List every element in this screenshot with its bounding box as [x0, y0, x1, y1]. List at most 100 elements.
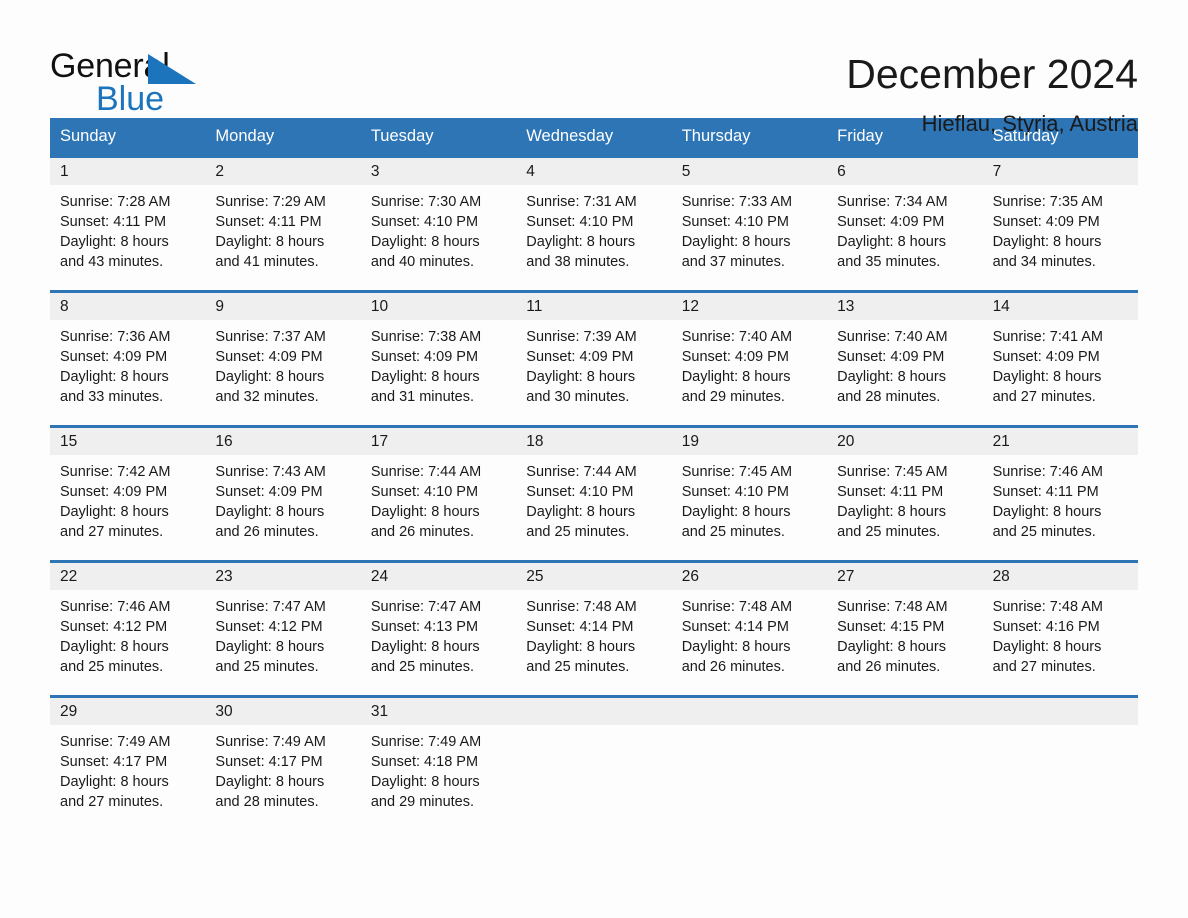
day-cell[interactable]: 4 Sunrise: 7:31 AM Sunset: 4:10 PM Dayli… [516, 158, 672, 280]
day-cell[interactable]: 12 Sunrise: 7:40 AM Sunset: 4:09 PM Dayl… [671, 293, 828, 415]
week-row: 8 Sunrise: 7:36 AM Sunset: 4:09 PM Dayli… [50, 290, 1138, 415]
daylight-text-line2: and 28 minutes. [215, 794, 319, 810]
day-cell[interactable]: 1 Sunrise: 7:28 AM Sunset: 4:11 PM Dayli… [50, 158, 206, 280]
day-cell[interactable]: 20 Sunrise: 7:45 AM Sunset: 4:11 PM Dayl… [827, 428, 983, 550]
sunrise-text: Sunrise: 7:38 AM [370, 329, 482, 345]
day-cell[interactable]: 28 Sunrise: 7:48 AM Sunset: 4:16 PM Dayl… [982, 563, 1138, 685]
sunrise-text: Sunrise: 7:49 AM [215, 734, 326, 750]
day-cell[interactable]: 17 Sunrise: 7:44 AM Sunset: 4:10 PM Dayl… [360, 428, 517, 550]
daylight-text-line2: and 26 minutes. [681, 659, 785, 675]
sunset-text: Sunset: 4:18 PM [370, 754, 479, 770]
day-cell[interactable]: 8 Sunrise: 7:36 AM Sunset: 4:09 PM Dayli… [50, 293, 206, 415]
day-cell[interactable]: 16 Sunrise: 7:43 AM Sunset: 4:09 PM Dayl… [205, 428, 361, 550]
sunrise-text: Sunrise: 7:40 AM [837, 329, 948, 345]
day-cell[interactable]: 31 Sunrise: 7:49 AM Sunset: 4:18 PM Dayl… [360, 698, 517, 820]
day-details: Sunrise: 7:49 AM Sunset: 4:17 PM Dayligh… [205, 725, 360, 812]
day-cell[interactable]: 22 Sunrise: 7:46 AM Sunset: 4:12 PM Dayl… [50, 563, 206, 685]
day-details: Sunrise: 7:41 AM Sunset: 4:09 PM Dayligh… [983, 320, 1138, 407]
week-row: 29 Sunrise: 7:49 AM Sunset: 4:17 PM Dayl… [50, 695, 1138, 820]
general-blue-logo[interactable]: General Blue [50, 48, 250, 128]
day-details: Sunrise: 7:31 AM Sunset: 4:10 PM Dayligh… [516, 185, 671, 272]
calendar-page: General Blue December 2024 Hieflau, Styr… [0, 0, 1188, 918]
weekday-friday: Friday [837, 127, 883, 145]
sunrise-text: Sunrise: 7:48 AM [526, 599, 637, 615]
daylight-text-line2: and 25 minutes. [526, 524, 630, 540]
sunset-text: Sunset: 4:09 PM [837, 349, 945, 365]
day-number: 9 [205, 293, 361, 320]
day-cell[interactable]: 21 Sunrise: 7:46 AM Sunset: 4:11 PM Dayl… [982, 428, 1138, 550]
sunset-text: Sunset: 4:09 PM [837, 214, 945, 230]
daylight-text-line2: and 27 minutes. [60, 794, 164, 810]
daylight-text-line2: and 33 minutes. [60, 389, 164, 405]
day-cell[interactable]: 23 Sunrise: 7:47 AM Sunset: 4:12 PM Dayl… [205, 563, 361, 685]
day-cell[interactable]: 11 Sunrise: 7:39 AM Sunset: 4:09 PM Dayl… [516, 293, 672, 415]
day-number: 13 [827, 293, 983, 320]
sunrise-text: Sunrise: 7:29 AM [215, 194, 326, 210]
day-cell[interactable]: 15 Sunrise: 7:42 AM Sunset: 4:09 PM Dayl… [50, 428, 206, 550]
daylight-text-line1: Daylight: 8 hours [215, 774, 325, 790]
day-cell[interactable]: 14 Sunrise: 7:41 AM Sunset: 4:09 PM Dayl… [982, 293, 1138, 415]
daylight-text-line2: and 35 minutes. [837, 254, 941, 270]
daylight-text-line1: Daylight: 8 hours [215, 234, 325, 250]
day-cell[interactable]: 3 Sunrise: 7:30 AM Sunset: 4:10 PM Dayli… [360, 158, 517, 280]
week-row: 22 Sunrise: 7:46 AM Sunset: 4:12 PM Dayl… [50, 560, 1138, 685]
day-number: 31 [360, 698, 517, 725]
day-cell-empty [671, 698, 828, 820]
day-details: Sunrise: 7:34 AM Sunset: 4:09 PM Dayligh… [827, 185, 982, 272]
day-number: 15 [50, 428, 206, 455]
day-details: Sunrise: 7:48 AM Sunset: 4:16 PM Dayligh… [983, 590, 1138, 677]
day-number: 8 [50, 293, 206, 320]
daylight-text-line2: and 29 minutes. [681, 389, 785, 405]
day-number: 26 [671, 563, 828, 590]
day-cell[interactable]: 19 Sunrise: 7:45 AM Sunset: 4:10 PM Dayl… [671, 428, 828, 550]
day-cell[interactable]: 6 Sunrise: 7:34 AM Sunset: 4:09 PM Dayli… [827, 158, 983, 280]
sunrise-text: Sunrise: 7:35 AM [992, 194, 1103, 210]
sunrise-text: Sunrise: 7:31 AM [526, 194, 637, 210]
day-cell[interactable]: 10 Sunrise: 7:38 AM Sunset: 4:09 PM Dayl… [360, 293, 517, 415]
day-cell[interactable]: 9 Sunrise: 7:37 AM Sunset: 4:09 PM Dayli… [205, 293, 361, 415]
day-details: Sunrise: 7:33 AM Sunset: 4:10 PM Dayligh… [672, 185, 827, 272]
day-cell[interactable]: 25 Sunrise: 7:48 AM Sunset: 4:14 PM Dayl… [516, 563, 672, 685]
sunrise-text: Sunrise: 7:43 AM [215, 464, 326, 480]
day-number: 2 [205, 158, 361, 185]
day-cell[interactable]: 2 Sunrise: 7:29 AM Sunset: 4:11 PM Dayli… [205, 158, 361, 280]
daylight-text-line2: and 29 minutes. [370, 794, 475, 810]
sunset-text: Sunset: 4:09 PM [681, 349, 789, 365]
day-cell[interactable]: 30 Sunrise: 7:49 AM Sunset: 4:17 PM Dayl… [205, 698, 361, 820]
sunset-text: Sunset: 4:10 PM [370, 484, 479, 500]
daylight-text-line1: Daylight: 8 hours [526, 369, 636, 385]
day-number: 22 [50, 563, 206, 590]
daylight-text-line2: and 26 minutes. [837, 659, 941, 675]
day-cell[interactable]: 24 Sunrise: 7:47 AM Sunset: 4:13 PM Dayl… [360, 563, 517, 685]
day-cell-empty [516, 698, 672, 820]
day-cell[interactable]: 18 Sunrise: 7:44 AM Sunset: 4:10 PM Dayl… [516, 428, 672, 550]
daylight-text-line1: Daylight: 8 hours [370, 774, 480, 790]
daylight-text-line1: Daylight: 8 hours [215, 369, 325, 385]
daylight-text-line2: and 41 minutes. [215, 254, 319, 270]
sunrise-text: Sunrise: 7:48 AM [992, 599, 1103, 615]
day-number: 7 [982, 158, 1138, 185]
sunset-text: Sunset: 4:16 PM [992, 619, 1100, 635]
day-cell[interactable]: 29 Sunrise: 7:49 AM Sunset: 4:17 PM Dayl… [50, 698, 206, 820]
day-number: 18 [516, 428, 672, 455]
daylight-text-line1: Daylight: 8 hours [681, 639, 791, 655]
day-cell[interactable]: 7 Sunrise: 7:35 AM Sunset: 4:09 PM Dayli… [982, 158, 1138, 280]
daylight-text-line2: and 25 minutes. [370, 659, 475, 675]
sunset-text: Sunset: 4:13 PM [370, 619, 479, 635]
day-number: 23 [205, 563, 361, 590]
sunset-text: Sunset: 4:11 PM [215, 214, 322, 230]
sunrise-text: Sunrise: 7:44 AM [370, 464, 482, 480]
sunset-text: Sunset: 4:14 PM [526, 619, 634, 635]
sunset-text: Sunset: 4:10 PM [526, 484, 634, 500]
daylight-text-line1: Daylight: 8 hours [837, 369, 946, 385]
day-cell[interactable]: 13 Sunrise: 7:40 AM Sunset: 4:09 PM Dayl… [827, 293, 983, 415]
weekday-thursday: Thursday [681, 127, 751, 145]
sunset-text: Sunset: 4:09 PM [215, 349, 323, 365]
day-cell[interactable]: 27 Sunrise: 7:48 AM Sunset: 4:15 PM Dayl… [827, 563, 983, 685]
daylight-text-line1: Daylight: 8 hours [992, 639, 1102, 655]
day-cell[interactable]: 26 Sunrise: 7:48 AM Sunset: 4:14 PM Dayl… [671, 563, 828, 685]
daylight-text-line2: and 25 minutes. [681, 524, 785, 540]
day-number [827, 698, 983, 725]
day-cell[interactable]: 5 Sunrise: 7:33 AM Sunset: 4:10 PM Dayli… [671, 158, 828, 280]
page-title: December 2024 [846, 51, 1138, 97]
